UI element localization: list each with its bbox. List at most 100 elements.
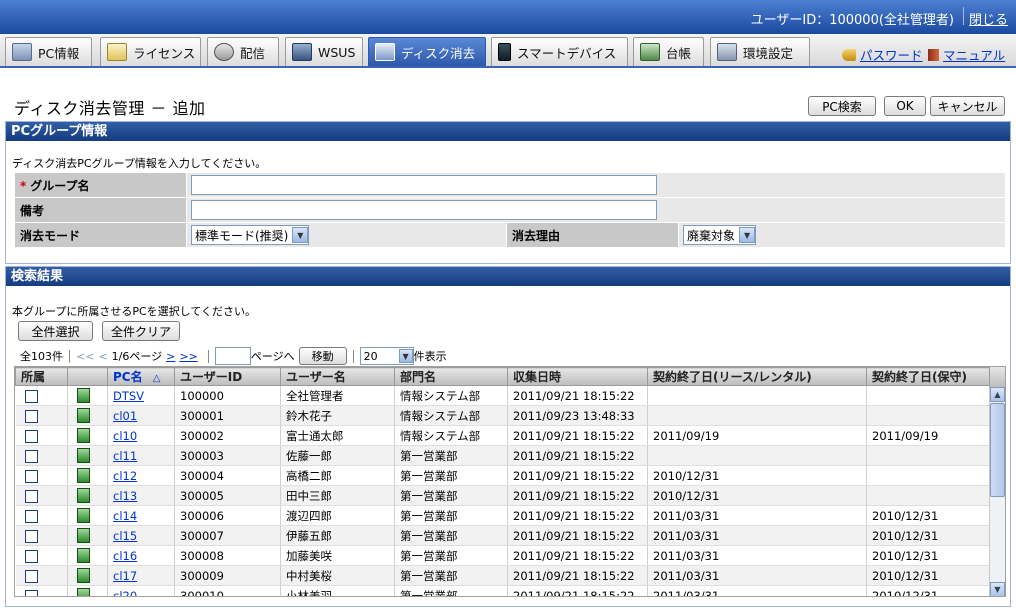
col-header-belong[interactable]: 所属 xyxy=(15,367,68,386)
ok-button[interactable]: OK xyxy=(884,96,926,116)
pc-name-link[interactable]: cl10 xyxy=(113,429,137,443)
cell-dept: 情報システム部 xyxy=(394,405,508,426)
erase-reason-select[interactable]: 廃棄対象 ▼ xyxy=(683,225,757,245)
tab-wsus[interactable]: WSUS xyxy=(285,37,363,66)
pc-status-icon xyxy=(77,388,90,403)
wsus-icon xyxy=(292,43,312,61)
col-header-user-id[interactable]: ユーザーID xyxy=(174,367,281,386)
belong-checkbox[interactable] xyxy=(24,489,38,503)
table-row: cl14 300006 渡辺四郎 第一営業部 2011/09/21 18:15:22 20… xyxy=(15,505,992,526)
go-button[interactable]: 移動 xyxy=(298,347,347,365)
cell-lease xyxy=(647,405,867,426)
password-link[interactable]: パスワード xyxy=(842,45,923,64)
pc-name-link[interactable]: cl20 xyxy=(113,589,137,597)
page-to-label: ページへ xyxy=(250,350,295,363)
belong-checkbox[interactable] xyxy=(24,529,38,543)
pc-group-intro: ディスク消去PCグループ情報を入力してください。 xyxy=(12,157,267,170)
erase-mode-select[interactable]: 標準モード(推奨) ▼ xyxy=(191,225,310,245)
cell-pc-icon xyxy=(67,525,108,546)
tab-ledger[interactable]: 台帳 xyxy=(633,37,704,66)
tab-license[interactable]: ライセンス xyxy=(100,37,201,66)
belong-checkbox[interactable] xyxy=(24,429,38,443)
select-all-button[interactable]: 全件選択 xyxy=(18,321,93,341)
close-link[interactable]: 閉じる xyxy=(969,9,1008,28)
belong-checkbox[interactable] xyxy=(24,509,38,523)
tab-label: WSUS xyxy=(318,44,356,60)
tab-smart-device[interactable]: スマートデバイス xyxy=(491,37,628,66)
pc-group-panel-title: PCグループ情報 xyxy=(6,122,1010,141)
col-header-user-name[interactable]: ユーザー名 xyxy=(280,367,395,386)
belong-checkbox[interactable] xyxy=(24,469,38,483)
group-name-input[interactable] xyxy=(191,175,657,195)
search-results-title: 検索結果 xyxy=(6,267,1010,286)
next-page-link[interactable]: > xyxy=(166,350,175,363)
cell-lease xyxy=(647,445,867,466)
cell-pc-name: cl12 xyxy=(107,465,175,486)
pc-name-link[interactable]: DTSV xyxy=(113,389,144,403)
first-page-link[interactable]: << xyxy=(76,350,94,363)
tab-distribution[interactable]: 配信 xyxy=(207,37,279,66)
col-header-pc-name[interactable]: PC名 △ xyxy=(107,367,175,386)
group-name-label: * グループ名 xyxy=(14,172,187,198)
pc-name-link[interactable]: cl11 xyxy=(113,449,137,463)
pc-name-link[interactable]: cl12 xyxy=(113,469,137,483)
manual-link[interactable]: マニュアル xyxy=(928,45,1005,64)
table-row: cl20 300010 小林美羽 第一営業部 2011/09/21 18:15:22 20… xyxy=(15,585,992,597)
cell-lease: 2011/03/31 xyxy=(647,525,867,546)
per-page-value: 20 xyxy=(363,349,378,363)
pc-group-panel: PCグループ情報 ディスク消去PCグループ情報を入力してください。 * グループ名… xyxy=(5,121,1011,264)
col-header-collected-at[interactable]: 収集日時 xyxy=(507,367,648,386)
clear-all-button[interactable]: 全件クリア xyxy=(102,321,180,341)
cell-pc-icon xyxy=(67,545,108,566)
pc-name-link[interactable]: cl01 xyxy=(113,409,137,423)
prev-page-link[interactable]: < xyxy=(98,350,107,363)
pc-name-link[interactable]: cl13 xyxy=(113,489,137,503)
table-row: cl15 300007 伊藤五郎 第一営業部 2011/09/21 18:15:22 20… xyxy=(15,525,992,546)
table-row: cl16 300008 加藤美咲 第一営業部 2011/09/21 18:15:22 20… xyxy=(15,545,992,566)
pc-search-button[interactable]: PC検索 xyxy=(808,96,876,116)
col-header-department[interactable]: 部門名 xyxy=(394,367,508,386)
per-page-select[interactable]: 20 ▼ xyxy=(359,347,414,365)
scroll-up-icon[interactable]: ▲ xyxy=(990,387,1005,402)
tab-pc-info[interactable]: PC情報 xyxy=(5,37,92,66)
tab-settings[interactable]: 環境設定 xyxy=(710,37,810,66)
tab-label: 台帳 xyxy=(666,45,692,61)
cell-belong xyxy=(15,505,68,526)
belong-checkbox[interactable] xyxy=(24,569,38,583)
cell-maint: 2011/09/19 xyxy=(866,425,992,446)
pc-name-link[interactable]: cl14 xyxy=(113,509,137,523)
page-number-input[interactable] xyxy=(214,347,251,365)
cell-pc-icon xyxy=(67,385,108,406)
col-header-lease-end[interactable]: 契約終了日(リース/レンタル) xyxy=(647,367,867,386)
note-input[interactable] xyxy=(191,200,657,220)
cell-pc-name: cl14 xyxy=(107,505,175,526)
cell-uname: 高橋二郎 xyxy=(280,465,395,486)
pc-name-link[interactable]: cl15 xyxy=(113,529,137,543)
scroll-down-icon[interactable]: ▼ xyxy=(990,582,1005,596)
belong-checkbox[interactable] xyxy=(24,589,38,596)
cell-maint xyxy=(866,485,992,506)
vertical-scrollbar[interactable]: ▲ ▼ xyxy=(989,387,1005,596)
pc-name-link[interactable]: cl16 xyxy=(113,549,137,563)
grid-header-corner xyxy=(989,367,1005,387)
tab-disk-erase[interactable]: ディスク消去 xyxy=(368,37,486,66)
cell-uname: 中村美桜 xyxy=(280,565,395,586)
pc-name-link[interactable]: cl17 xyxy=(113,569,137,583)
belong-checkbox[interactable] xyxy=(24,549,38,563)
pc-status-icon xyxy=(77,568,90,583)
cell-pc-name: cl17 xyxy=(107,565,175,586)
last-page-link[interactable]: >> xyxy=(179,350,197,363)
belong-checkbox[interactable] xyxy=(24,449,38,463)
key-icon xyxy=(842,48,856,61)
belong-checkbox[interactable] xyxy=(24,389,38,403)
smart-device-icon xyxy=(498,43,511,61)
col-header-maint-end[interactable]: 契約終了日(保守) xyxy=(866,367,992,386)
chevron-down-icon: ▼ xyxy=(292,227,309,243)
user-info: ユーザーID：100000(全社管理者) xyxy=(750,13,954,28)
cell-uid: 300009 xyxy=(174,565,281,586)
required-mark: * xyxy=(20,178,27,193)
belong-checkbox[interactable] xyxy=(24,409,38,423)
password-label: パスワード xyxy=(860,48,923,63)
cancel-button[interactable]: キャンセル xyxy=(930,96,1005,116)
scroll-thumb[interactable] xyxy=(990,403,1005,497)
